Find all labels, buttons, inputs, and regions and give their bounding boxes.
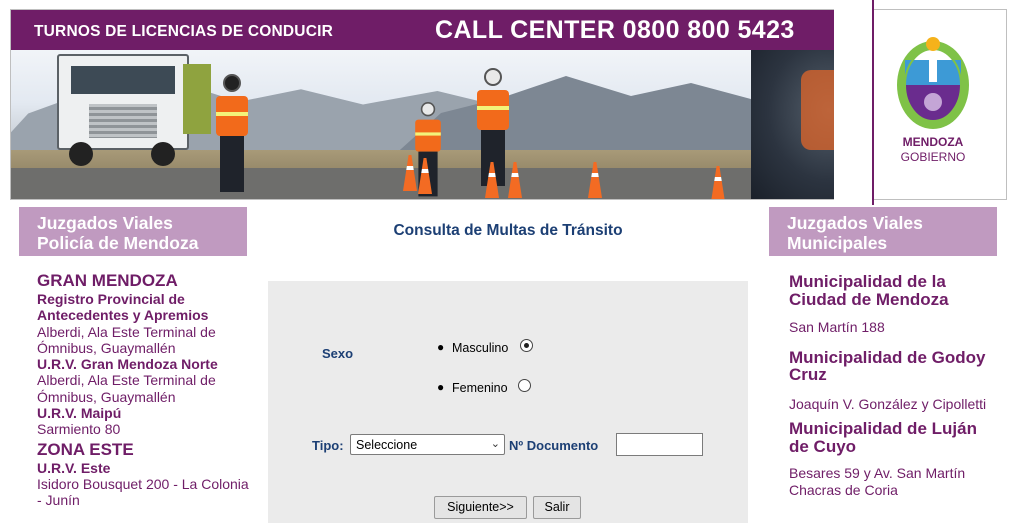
- entity-address: Sarmiento 80: [37, 421, 121, 438]
- entity-name: U.R.V. Este: [37, 459, 111, 476]
- zone-heading: GRAN MENDOZA: [37, 271, 178, 290]
- left-sidebar: Juzgados Viales Policía de Mendoza GRAN …: [19, 207, 249, 523]
- wheel: [69, 142, 93, 166]
- left-sidebar-list: GRAN MENDOZA Registro Provincial de Ante…: [37, 271, 252, 509]
- header-photo: [11, 50, 871, 199]
- siguiente-button[interactable]: Siguiente>>: [434, 496, 527, 519]
- truck-image: [57, 54, 189, 150]
- truck-cargo: [183, 64, 211, 134]
- municipality-name[interactable]: Municipalidad de Luján de Cuyo: [789, 420, 989, 455]
- wheel: [151, 142, 175, 166]
- bullet-icon: ●: [437, 340, 445, 354]
- right-sidebar-list: Municipalidad de la Ciudad de Mendoza Sa…: [789, 273, 989, 498]
- logo-text-mendoza: MENDOZA: [902, 135, 964, 149]
- documento-label: Nº Documento: [509, 438, 599, 453]
- entity-name: U.R.V. Gran Mendoza Norte: [37, 356, 218, 373]
- tipo-select[interactable]: Seleccione ⌄: [350, 434, 505, 455]
- municipality-address: San Martín 188: [789, 319, 885, 335]
- municipality-address: Besares 59 y Av. San Martín Chacras de C…: [789, 465, 966, 498]
- form-panel: [268, 281, 748, 523]
- right-sidebar: Juzgados Viales Municipales Municipalida…: [769, 207, 997, 523]
- femenino-label: Femenino: [452, 381, 508, 395]
- municipality-name[interactable]: Municipalidad de Godoy Cruz: [789, 348, 989, 384]
- femenino-radio[interactable]: [518, 379, 531, 392]
- entity-address: Alberdi, Ala Este Terminal de Ómnibus, G…: [37, 323, 216, 356]
- entity-name: Registro Provincial de Antecedentes y Ap…: [37, 291, 209, 324]
- municipality-address: Joaquín V. González y Cipolletti: [789, 395, 987, 412]
- right-sidebar-heading: Juzgados Viales Municipales: [769, 207, 997, 256]
- left-sidebar-heading: Juzgados Viales Policía de Mendoza: [19, 207, 247, 256]
- logo-divider: [834, 0, 874, 205]
- sexo-label: Sexo: [322, 346, 354, 361]
- heading-line: Municipales: [787, 233, 888, 253]
- turnos-link[interactable]: TURNOS DE LICENCIAS DE CONDUCIR: [34, 23, 333, 41]
- salir-button[interactable]: Salir: [533, 496, 581, 519]
- heading-line: Juzgados Viales: [787, 213, 923, 233]
- tipo-label: Tipo:: [312, 438, 344, 453]
- entity-name: U.R.V. Maipú: [37, 405, 122, 422]
- logo-text-gobierno: GOBIERNO: [900, 150, 966, 164]
- mendoza-shield-icon: [897, 37, 969, 129]
- masculino-label: Masculino: [452, 341, 509, 355]
- zone-heading: ZONA ESTE: [37, 439, 134, 459]
- officer-figure: [212, 74, 252, 194]
- municipality-name[interactable]: Municipalidad de la Ciudad de Mendoza: [789, 273, 989, 308]
- documento-input[interactable]: [616, 433, 703, 456]
- entity-address: Isidoro Bousquet 200 - La Colonia - Juní…: [37, 475, 249, 509]
- heading-line: Juzgados Viales: [37, 213, 173, 233]
- heading-line: Policía de Mendoza: [37, 233, 199, 253]
- masculino-radio[interactable]: [520, 339, 533, 352]
- call-center-text: CALL CENTER 0800 800 5423: [435, 16, 795, 44]
- chevron-down-icon: ⌄: [490, 438, 500, 450]
- bullet-icon: ●: [437, 380, 445, 394]
- entity-address: Alberdi, Ala Este Terminal de Ómnibus, G…: [37, 372, 216, 405]
- page-title: Consulta de Multas de Tránsito: [393, 222, 623, 239]
- banner-top-bar: TURNOS DE LICENCIAS DE CONDUCIR CALL CEN…: [11, 10, 858, 50]
- tipo-select-value: Seleccione: [356, 438, 418, 452]
